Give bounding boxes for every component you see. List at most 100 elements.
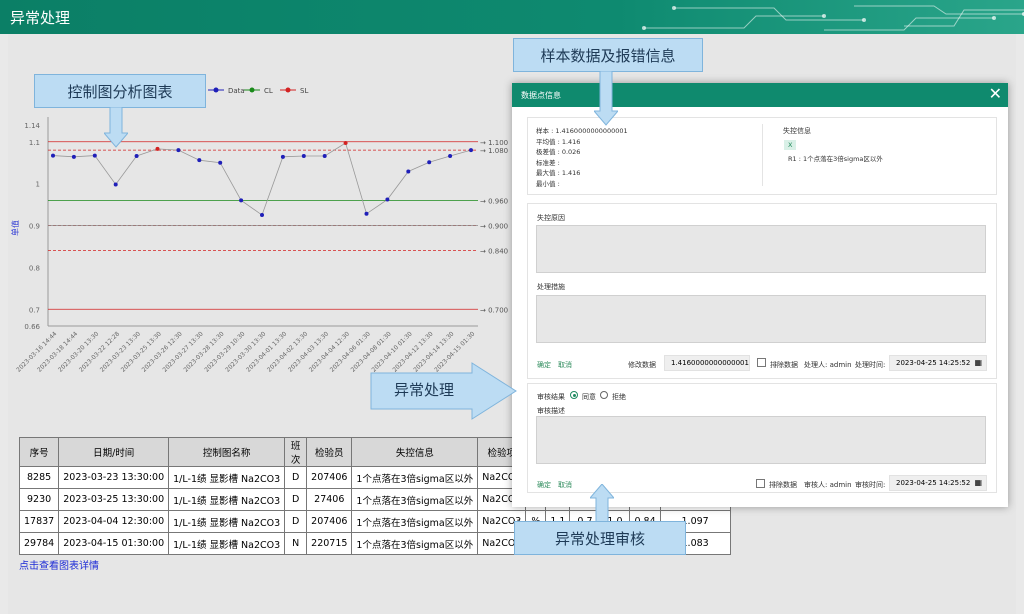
control-rule-text: R1 : 1个点落在3倍sigma区以外 <box>788 155 883 163</box>
sample-line: 平均值 : 1.416 <box>536 137 581 146</box>
handle-callout: 异常处理 <box>393 381 454 399</box>
table-cell: 2023-04-04 12:30:00 <box>58 510 170 533</box>
data-point <box>364 211 369 216</box>
data-series-line <box>52 142 472 216</box>
table-cell: N <box>284 532 308 555</box>
data-point <box>343 141 348 146</box>
cancel-button[interactable]: 取消 <box>558 360 572 370</box>
calendar-icon[interactable]: ▦ <box>974 356 982 370</box>
table-cell: 2023-04-15 01:30:00 <box>58 532 170 555</box>
agree-radio[interactable] <box>570 391 578 399</box>
data-point <box>113 182 118 187</box>
calendar-icon[interactable]: ▦ <box>974 476 982 490</box>
reject-label: 拒绝 <box>612 393 626 401</box>
table-cell: 2023-03-23 13:30:00 <box>58 466 170 489</box>
handle-time-input[interactable]: 2023-04-25 14:25:52 ▦ <box>889 355 987 371</box>
review-exclude-checkbox[interactable] <box>756 479 765 488</box>
data-point <box>155 146 160 151</box>
chart-detail-link[interactable]: 点击查看图表详情 <box>19 557 99 572</box>
table-cell: 1个点落在3倍sigma区以外 <box>351 510 479 533</box>
review-exclude-label: 排除数据 <box>769 481 797 489</box>
data-point <box>239 198 244 203</box>
right-label: → 0.960 <box>480 197 508 205</box>
y-tick-label: 0.9 <box>29 223 40 231</box>
data-point <box>322 153 327 158</box>
data-point-dialog: 数据点信息 ✕ 样本 : 1.4160000000000001 平均值 : 1.4… <box>512 83 1008 507</box>
table-header: 失控信息 <box>351 437 479 467</box>
chart-callout: 控制图分析图表 <box>34 74 206 108</box>
handle-time-label: 处理时间: <box>855 361 886 369</box>
table-cell: D <box>284 488 308 511</box>
review-panel: 审核结果 同意 拒绝 审核描述 确定 取消 排除数据 审核人: admin 审核… <box>527 383 997 493</box>
review-callout-arrow <box>590 484 614 526</box>
agree-label: 同意 <box>582 393 596 401</box>
review-callout: 异常处理审核 <box>514 521 686 555</box>
sample-line: 最小值 : <box>536 179 560 188</box>
handle-time-value: 2023-04-25 14:25:52 <box>896 359 971 367</box>
divider <box>762 124 763 186</box>
dialog-title: 数据点信息 <box>521 91 561 100</box>
data-point <box>448 153 453 158</box>
data-point <box>92 153 97 158</box>
exclude-checkbox[interactable] <box>757 358 766 367</box>
sample-line: 标准差 : <box>536 158 560 167</box>
data-point <box>197 158 202 163</box>
data-point <box>71 154 76 159</box>
table-cell: D <box>284 466 308 489</box>
control-tag[interactable]: X <box>784 140 797 150</box>
data-point <box>385 197 390 202</box>
confirm-button[interactable]: 确定 <box>537 360 551 370</box>
sample-line: 最大值 : 1.416 <box>536 169 581 177</box>
control-info-label: 失控信息 <box>783 127 811 135</box>
review-confirm-button[interactable]: 确定 <box>537 480 551 490</box>
control-chart: 1.14 1.1 1 0.9 0.8 0.7 0.66 单值 → 1.100→ 1.080 → 0… <box>10 87 508 374</box>
review-time-label: 审核时间: <box>855 481 886 489</box>
table-cell: 207406 <box>306 466 353 489</box>
right-label: → 0.900 <box>480 223 508 231</box>
data-point <box>218 160 223 165</box>
table-cell: 220715 <box>306 532 353 555</box>
right-label: → 0.700 <box>480 306 508 314</box>
reject-radio[interactable] <box>600 391 608 399</box>
legend-label: Data <box>228 87 245 95</box>
measure-textarea[interactable] <box>536 295 986 343</box>
y-axis-label: 单值 <box>10 220 20 236</box>
review-cancel-button[interactable]: 取消 <box>558 480 572 490</box>
data-point <box>176 148 181 153</box>
data-point <box>280 154 285 159</box>
modify-data-input[interactable]: 1.4160000000000001 <box>664 355 750 371</box>
legend-marker <box>249 87 255 93</box>
table-header: 序号 <box>18 437 60 467</box>
table-cell: 17837 <box>18 510 60 533</box>
table-header: 班次 <box>284 437 308 467</box>
review-time-value: 2023-04-25 14:25:52 <box>896 479 971 487</box>
data-point <box>260 213 264 218</box>
data-point <box>427 160 432 165</box>
right-label: → 1.080 <box>480 147 508 155</box>
table-cell: 1/L-1绩 显影槽 Na2CO3 <box>168 510 286 533</box>
dialog-callout-arrow <box>594 71 618 126</box>
table-cell: 9230 <box>18 488 60 511</box>
table-header: 控制图名称 <box>168 437 286 467</box>
review-result-label: 审核结果 <box>537 393 565 401</box>
table-cell: 1/L-1绩 显影槽 Na2CO3 <box>168 466 286 489</box>
close-icon[interactable]: ✕ <box>989 84 1002 103</box>
sample-line: 样本 : 1.4160000000000001 <box>536 127 628 135</box>
exclude-label: 排除数据 <box>770 361 798 369</box>
y-tick-label: 0.7 <box>29 306 40 314</box>
right-label: → 0.840 <box>480 248 508 256</box>
review-desc-textarea[interactable] <box>536 416 986 464</box>
table-cell: 1个点落在3倍sigma区以外 <box>351 532 479 555</box>
table-header: 日期/时间 <box>58 437 170 467</box>
review-time-input[interactable]: 2023-04-25 14:25:52 ▦ <box>889 475 987 491</box>
dialog-callout: 样本数据及报错信息 <box>513 38 703 72</box>
data-point <box>469 148 473 153</box>
table-cell: 27406 <box>306 488 353 511</box>
y-tick-label: 0.66 <box>24 323 40 331</box>
chart-callout-arrow <box>104 107 128 148</box>
y-tick-label: 1.1 <box>29 139 40 147</box>
data-point <box>134 153 139 158</box>
reason-textarea[interactable] <box>536 225 986 273</box>
y-tick-label: 0.8 <box>29 264 40 272</box>
reason-label: 失控原因 <box>537 214 565 222</box>
